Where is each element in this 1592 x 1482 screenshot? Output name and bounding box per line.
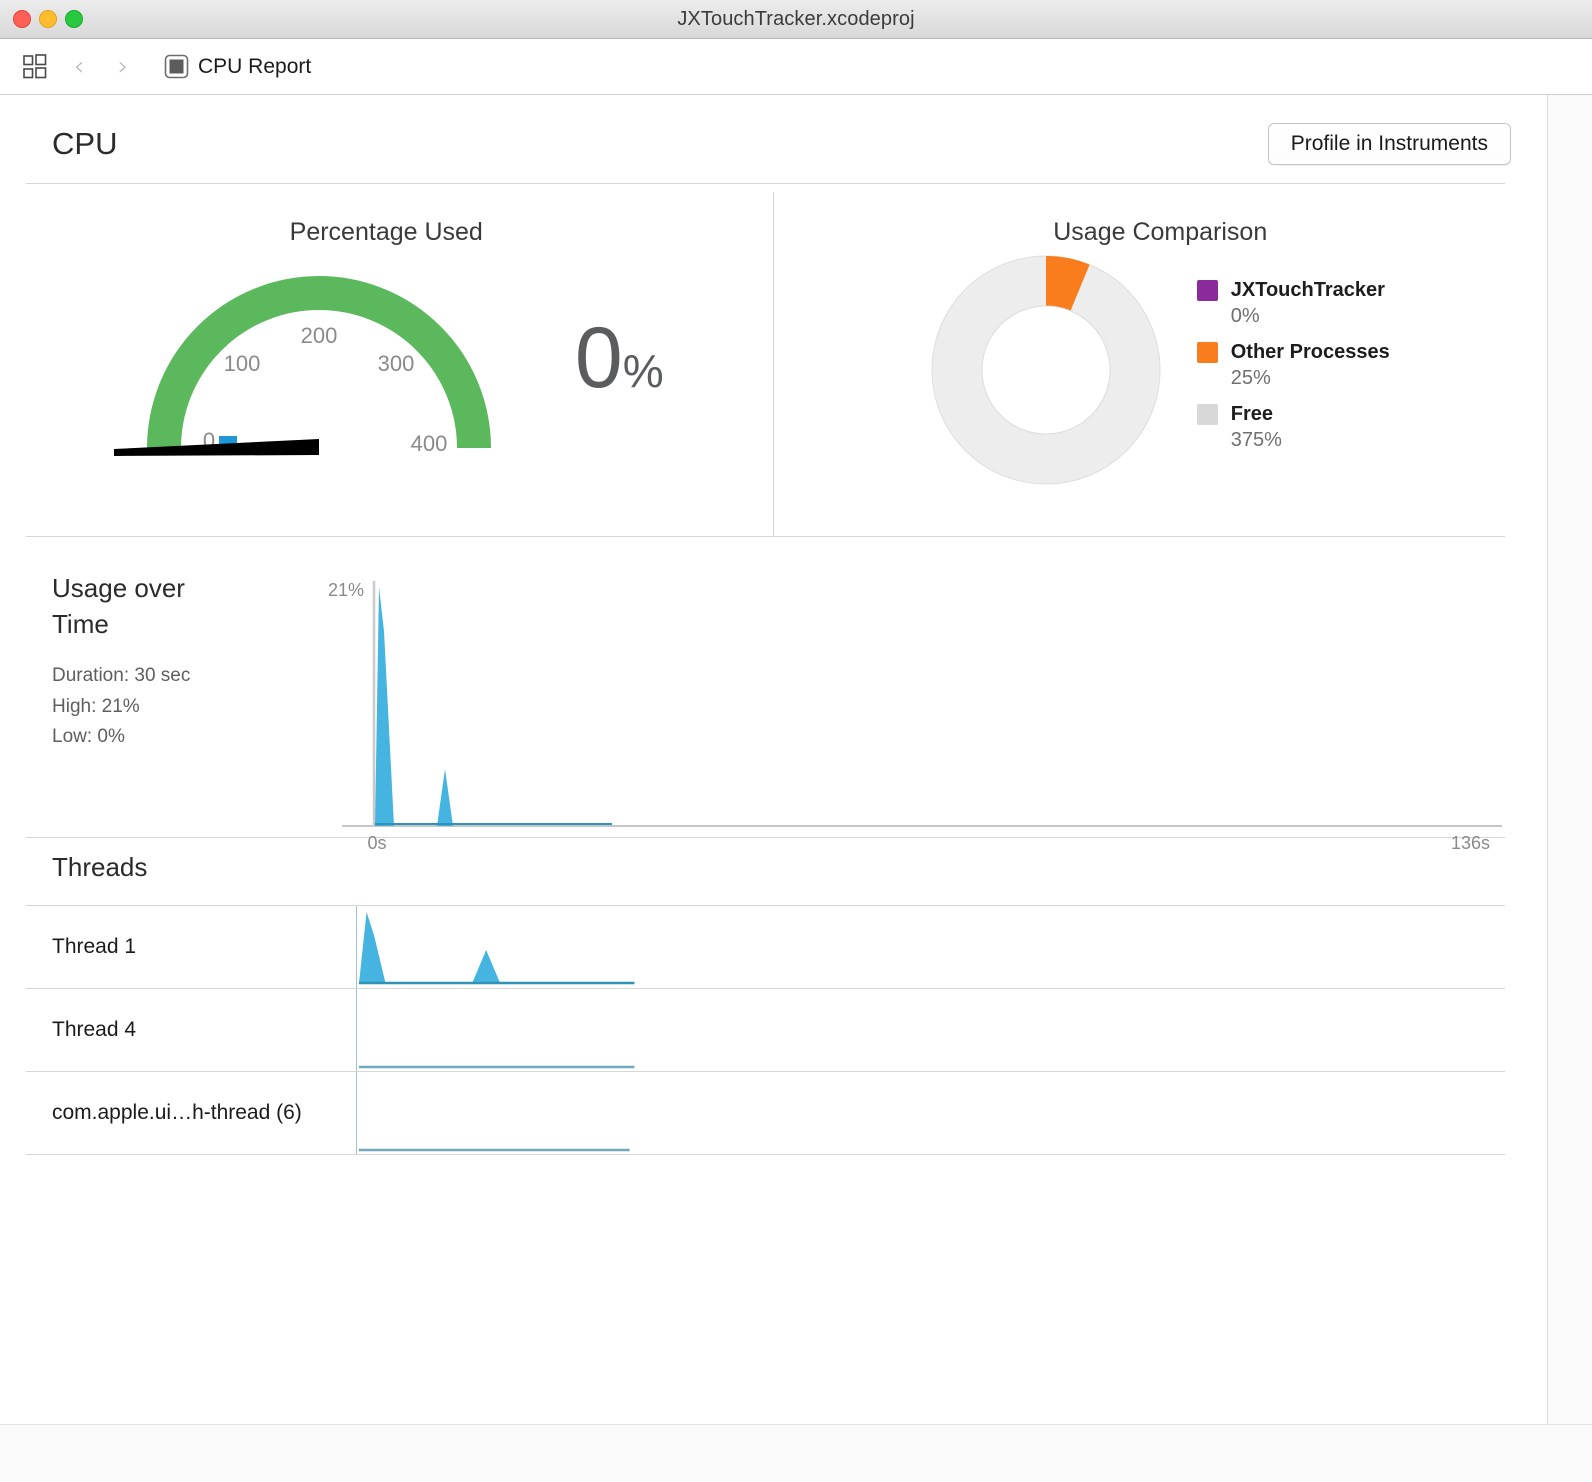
svg-text:100: 100 xyxy=(224,351,261,376)
thread-activity-graph xyxy=(356,906,1505,988)
cpu-report-pane: CPU Profile in Instruments Percentage Us… xyxy=(0,95,1547,1424)
summary-charts-row: Percentage Used 100 200 300 0 400 0 % Us… xyxy=(0,184,1547,536)
usage-comparison-panel: Usage Comparison JXTouchTracker 0% Other… xyxy=(774,192,1548,536)
table-row[interactable]: com.apple.ui…h-thread (6) xyxy=(26,1072,1505,1155)
usage-over-time-graph: 21% 0s 136s xyxy=(322,571,1522,853)
thread-activity-graph xyxy=(356,1072,1505,1154)
cpu-percentage-symbol: % xyxy=(622,345,664,397)
chevron-left-icon: ‹ xyxy=(73,51,85,82)
percentage-used-panel: Percentage Used 100 200 300 0 400 0 % xyxy=(0,192,774,536)
chevron-right-icon: › xyxy=(117,51,129,82)
inspector-strip xyxy=(1547,95,1592,1424)
usage-comparison-legend: JXTouchTracker 0% Other Processes 25% Fr… xyxy=(1196,255,1390,465)
back-button[interactable]: ‹ xyxy=(58,46,100,88)
gauge-zone: 100 200 300 0 400 0 % xyxy=(0,253,773,463)
legend-label-other-processes: Other Processes xyxy=(1230,341,1390,363)
cpu-percentage-value: 0 xyxy=(574,310,623,406)
usage-over-time-heading: Usage over Time xyxy=(52,573,185,639)
usage-x-start-label: 0s xyxy=(367,833,386,853)
legend-label-free: Free xyxy=(1230,403,1273,425)
report-header: CPU Profile in Instruments xyxy=(0,95,1547,171)
thread-name-label: com.apple.ui…h-thread (6) xyxy=(52,1101,302,1124)
usage-x-end-label: 136s xyxy=(1451,833,1490,853)
legend-value-other-processes: 25% xyxy=(1230,367,1271,389)
thread-activity-graph xyxy=(356,989,1505,1071)
usage-duration: Duration: 30 sec xyxy=(52,664,191,686)
status-bar xyxy=(0,1424,1592,1482)
grid-icon[interactable] xyxy=(14,46,56,88)
legend-swatch-free xyxy=(1196,404,1218,425)
thread-name-label: Thread 1 xyxy=(52,935,137,958)
content-area: CPU Profile in Instruments Percentage Us… xyxy=(0,95,1592,1424)
usage-high: High: 21% xyxy=(52,695,140,717)
donut-zone: JXTouchTracker 0% Other Processes 25% Fr… xyxy=(774,255,1548,485)
legend-item: Other Processes 25% xyxy=(1196,341,1390,390)
svg-text:400: 400 xyxy=(411,431,448,456)
window-title: JXTouchTracker.xcodeproj xyxy=(677,7,915,30)
cpu-chip-icon xyxy=(164,54,189,79)
breadcrumb[interactable]: CPU Report xyxy=(164,54,311,79)
usage-comparison-donut-chart xyxy=(931,255,1161,485)
page-title: CPU xyxy=(52,126,118,161)
usage-comparison-title: Usage Comparison xyxy=(1053,218,1268,246)
legend-item: Free 375% xyxy=(1196,403,1390,452)
usage-over-time-section: Usage over Time Duration: 30 sec High: 2… xyxy=(0,537,1547,853)
profile-in-instruments-button[interactable]: Profile in Instruments xyxy=(1267,123,1511,165)
navigation-toolbar: ‹ › CPU Report xyxy=(0,39,1592,95)
usage-y-max-label: 21% xyxy=(328,580,364,600)
table-row[interactable]: Thread 1 xyxy=(26,906,1505,989)
legend-swatch-jxtouchtracker xyxy=(1196,280,1218,301)
legend-value-jxtouchtracker: 0% xyxy=(1230,305,1260,327)
forward-button[interactable]: › xyxy=(102,46,144,88)
legend-swatch-other-processes xyxy=(1196,342,1218,363)
legend-label-jxtouchtracker: JXTouchTracker xyxy=(1230,279,1385,301)
xcode-window: JXTouchTracker.xcodeproj ‹ › CPU Report … xyxy=(0,0,1592,1482)
window-titlebar: JXTouchTracker.xcodeproj xyxy=(0,0,1592,39)
usage-over-time-stats: Duration: 30 sec High: 21% Low: 0% xyxy=(52,661,322,753)
thread-name-label: Thread 4 xyxy=(52,1018,137,1041)
cpu-percentage-readout: 0 % xyxy=(575,315,664,401)
usage-over-time-info: Usage over Time Duration: 30 sec High: 2… xyxy=(52,571,322,837)
percentage-used-title: Percentage Used xyxy=(289,218,483,246)
table-row[interactable]: Thread 4 xyxy=(26,989,1505,1072)
legend-item: JXTouchTracker 0% xyxy=(1196,279,1390,328)
legend-value-free: 375% xyxy=(1230,429,1282,451)
usage-low: Low: 0% xyxy=(52,726,125,748)
cpu-gauge-chart: 100 200 300 0 400 xyxy=(109,253,529,463)
breadcrumb-label: CPU Report xyxy=(198,54,312,78)
svg-text:200: 200 xyxy=(301,323,338,348)
svg-text:300: 300 xyxy=(378,351,415,376)
threads-table: Thread 1 Thread 4 com.apple.ui…h-thread … xyxy=(26,905,1505,1155)
usage-over-time-chart: 21% 0s 136s xyxy=(328,580,1502,853)
